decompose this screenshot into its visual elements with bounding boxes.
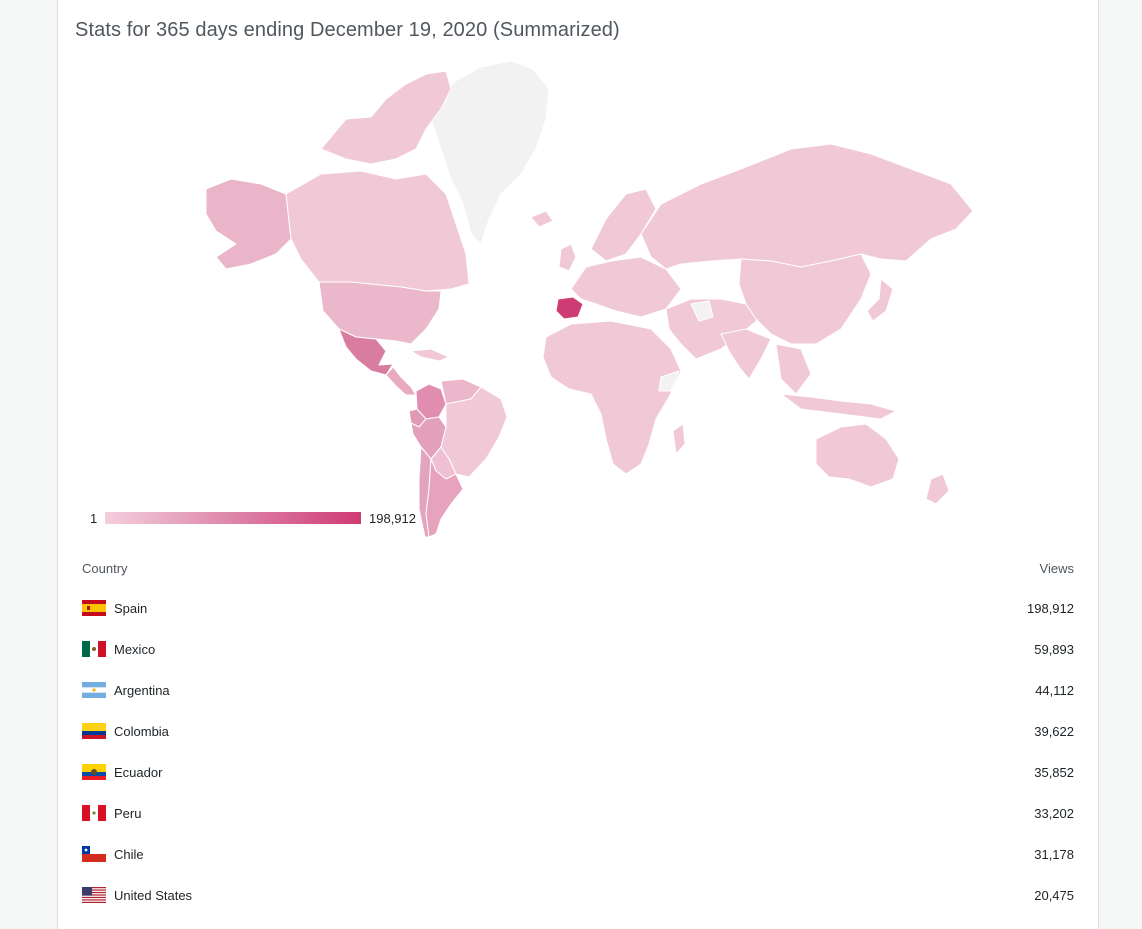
table-row[interactable]: Mexico 59,893: [82, 636, 1074, 677]
africa-region: [542, 320, 682, 475]
canada-islands-region: [320, 70, 452, 165]
world-map-svg: [205, 60, 974, 538]
central-america-region: [385, 366, 417, 396]
country-name[interactable]: Ecuador: [114, 765, 162, 780]
india-region: [720, 328, 772, 380]
country-name[interactable]: United States: [114, 888, 192, 903]
views-value: 44,112: [1035, 683, 1074, 698]
legend-min: 1: [90, 511, 98, 526]
legend-gradient-bar: [105, 512, 361, 524]
colombia-flag-icon: [82, 723, 106, 739]
table-row[interactable]: United States 20,475: [82, 882, 1074, 923]
japan-region: [866, 278, 894, 322]
country-name[interactable]: Argentina: [114, 683, 170, 698]
views-value: 39,622: [1034, 724, 1074, 739]
usa-region: [318, 281, 442, 345]
table-row[interactable]: Chile 31,178: [82, 841, 1074, 882]
australia-region: [815, 423, 900, 488]
peru-flag-icon: [82, 805, 106, 821]
views-value: 198,912: [1027, 601, 1074, 616]
china-region: [738, 253, 872, 345]
page-title: Stats for 365 days ending December 19, 2…: [75, 19, 620, 41]
russia-region: [640, 143, 974, 270]
views-value: 35,852: [1034, 765, 1074, 780]
country-name[interactable]: Peru: [114, 806, 141, 821]
spain-flag-icon: [82, 600, 106, 616]
canada-region: [285, 170, 470, 292]
indonesia-region: [780, 393, 897, 420]
table-row[interactable]: Colombia 39,622: [82, 718, 1074, 759]
caribbean-region: [410, 348, 450, 362]
color-legend: 1 198,912: [90, 511, 430, 527]
table-row[interactable]: Argentina 44,112: [82, 677, 1074, 718]
country-name[interactable]: Colombia: [114, 724, 169, 739]
scandinavia-region: [590, 188, 657, 262]
united-states-flag-icon: [82, 887, 106, 903]
views-column-header: Views: [1039, 561, 1074, 576]
new-zealand-region: [925, 473, 950, 505]
views-value: 33,202: [1034, 806, 1074, 821]
country-name[interactable]: Chile: [114, 847, 144, 862]
uk-region: [558, 243, 577, 272]
table-row[interactable]: Ecuador 35,852: [82, 759, 1074, 800]
table-header: Country Views: [82, 561, 1074, 579]
mexico-flag-icon: [82, 641, 106, 657]
spain-region: [555, 296, 584, 320]
country-name[interactable]: Mexico: [114, 642, 155, 657]
views-value: 31,178: [1034, 847, 1074, 862]
stats-card: Stats for 365 days ending December 19, 2…: [57, 0, 1099, 929]
legend-max: 198,912: [369, 511, 416, 526]
table-row[interactable]: Peru 33,202: [82, 800, 1074, 841]
world-map[interactable]: [58, 54, 1098, 544]
southeast-asia-region: [775, 343, 812, 395]
country-name[interactable]: Spain: [114, 601, 147, 616]
views-value: 59,893: [1034, 642, 1074, 657]
madagascar-region: [672, 423, 686, 455]
country-column-header: Country: [82, 561, 128, 576]
views-value: 20,475: [1034, 888, 1074, 903]
chile-flag-icon: [82, 846, 106, 862]
argentina-flag-icon: [82, 682, 106, 698]
iceland-region: [530, 210, 554, 228]
table-row[interactable]: Spain 198,912: [82, 595, 1074, 636]
alaska-region: [205, 178, 292, 270]
country-list: Spain 198,912 Mexico 59,893 Argentina 44…: [82, 595, 1074, 923]
ecuador-flag-icon: [82, 764, 106, 780]
